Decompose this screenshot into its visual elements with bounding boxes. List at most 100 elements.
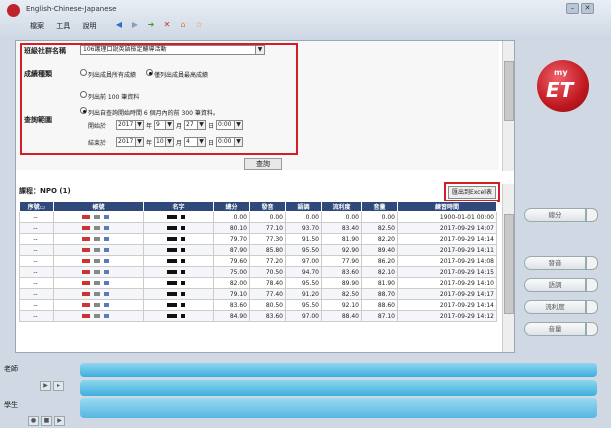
col-account[interactable]: 帳號	[53, 201, 144, 212]
stop-icon[interactable]: ✕	[161, 19, 173, 31]
menu-tools[interactable]: 工具	[56, 22, 70, 30]
redacted-block	[104, 314, 109, 318]
end-month-select[interactable]: 10 ▼	[154, 137, 174, 147]
end-year-select[interactable]: 2017 ▼	[116, 137, 144, 147]
col-inton[interactable]: 語調	[285, 201, 322, 212]
side-inton-cap[interactable]	[586, 278, 598, 292]
redacted-block	[180, 281, 185, 285]
cell-inton: 91.20	[285, 288, 322, 300]
table-row[interactable]: -- 84.90 83.60 97.00 88.40 87.10 2017-09-29 14…	[19, 310, 497, 322]
col-no[interactable]: 序號▭	[19, 201, 54, 212]
cell-fluency: 83.60	[321, 266, 362, 278]
score-all-radio[interactable]	[80, 69, 87, 76]
cell-no: --	[19, 277, 54, 289]
group-select[interactable]: 106護理口說英語檢定輔導活動 ▼	[80, 45, 265, 55]
cell-pron: 0.00	[249, 211, 286, 223]
side-fluency-button[interactable]: 流利度	[524, 300, 586, 314]
col-total[interactable]: 總分	[213, 201, 250, 212]
cell-volume: 89.40	[361, 244, 398, 256]
redacted-block	[94, 303, 100, 307]
redacted-block	[180, 303, 185, 307]
col-fluency[interactable]: 流利度	[321, 201, 362, 212]
result-scrollbar[interactable]	[502, 184, 514, 352]
cell-volume: 82.20	[361, 233, 398, 245]
table-row[interactable]: -- 0.00 0.00 0.00 0.00 0.00 1900-01-01 00:00	[19, 211, 497, 223]
search-scrollbar[interactable]	[502, 41, 514, 171]
home-icon[interactable]: ⌂	[177, 19, 189, 31]
table-row[interactable]: -- 87.90 85.80 95.50 92.90 89.40 2017-09-29 14…	[19, 244, 497, 256]
side-total-button[interactable]: 總分	[524, 208, 586, 222]
redacted-block	[94, 237, 100, 241]
table-row[interactable]: -- 79.60 77.20 97.00 77.90 86.20 2017-09-29 14…	[19, 255, 497, 267]
score-best-radio[interactable]	[146, 69, 153, 76]
start-time-select[interactable]: 0:00 ▼	[216, 120, 243, 130]
side-volume-cap[interactable]	[586, 322, 598, 336]
student-bar	[80, 398, 597, 418]
cell-acct	[53, 277, 144, 289]
window-title: English-Chinese-Japanese	[26, 5, 117, 13]
student-stop-icon[interactable]: ■	[41, 416, 52, 426]
end-year-value: 2017	[118, 138, 134, 145]
chevron-down-icon: ▼	[255, 46, 264, 54]
cell-fluency: 82.50	[321, 288, 362, 300]
teacher-play-icon[interactable]: ▶	[40, 381, 51, 391]
menu-help[interactable]: 說明	[82, 22, 96, 30]
redacted-block	[180, 237, 185, 241]
query-button[interactable]: 查詢	[244, 158, 282, 170]
minimize-button[interactable]: –	[566, 3, 579, 14]
teacher-next-icon[interactable]: ▸	[53, 381, 64, 391]
redacted-block	[180, 226, 185, 230]
student-play-icon[interactable]: ▶	[54, 416, 65, 426]
scroll-thumb[interactable]	[504, 61, 514, 121]
side-pron-button[interactable]: 發音	[524, 256, 586, 270]
side-volume-button[interactable]: 音量	[524, 322, 586, 336]
forward-icon[interactable]: ▶	[129, 19, 141, 31]
scroll-thumb[interactable]	[504, 214, 514, 314]
table-row[interactable]: -- 79.70 77.30 91.50 81.90 82.20 2017-09-29 14…	[19, 233, 497, 245]
cell-name	[143, 244, 214, 256]
cell-time: 2017-09-29 14:15	[397, 266, 497, 278]
redacted-block	[180, 215, 185, 219]
range-period-radio[interactable]	[80, 107, 87, 114]
col-time[interactable]: 練習時間	[397, 201, 497, 212]
end-day-select[interactable]: 4 ▼	[184, 137, 206, 147]
range-top100-radio[interactable]	[80, 91, 87, 98]
side-total-cap[interactable]	[586, 208, 598, 222]
col-volume[interactable]: 音量	[361, 201, 398, 212]
start-year-select[interactable]: 2017 ▼	[116, 120, 144, 130]
table-row[interactable]: -- 80.10 77.10 93.70 83.40 82.50 2017-09-29 14…	[19, 222, 497, 234]
redacted-block	[166, 303, 177, 307]
redacted-block	[94, 314, 100, 318]
menu-file[interactable]: 檔案	[30, 22, 44, 30]
favorites-icon[interactable]: ☆	[193, 19, 205, 31]
cell-total: 83.60	[213, 299, 250, 311]
start-day-value: 27	[186, 121, 194, 128]
side-inton-button[interactable]: 語調	[524, 278, 586, 292]
menu-bar: 檔案 工具 說明	[30, 21, 106, 31]
redacted-block	[82, 292, 90, 296]
col-pron[interactable]: 發音	[249, 201, 286, 212]
back-icon[interactable]: ◀	[113, 19, 125, 31]
redacted-block	[166, 237, 177, 241]
redacted-block	[104, 303, 109, 307]
table-row[interactable]: -- 79.10 77.40 91.20 82.50 88.70 2017-09-29 14…	[19, 288, 497, 300]
group-select-value: 106護理口說英語檢定輔導活動	[83, 46, 167, 53]
side-fluency-cap[interactable]	[586, 300, 598, 314]
col-name[interactable]: 名字	[143, 201, 214, 212]
side-pron-cap[interactable]	[586, 256, 598, 270]
student-record-icon[interactable]: ●	[28, 416, 39, 426]
start-label: 開始於	[88, 123, 107, 130]
table-row[interactable]: -- 75.00 70.50 94.70 83.60 82.10 2017-09-29 14…	[19, 266, 497, 278]
start-month-select[interactable]: 9 ▼	[154, 120, 174, 130]
myet-logo: my ET	[537, 60, 589, 112]
cell-acct	[53, 288, 144, 300]
start-day-select[interactable]: 27 ▼	[184, 120, 206, 130]
end-time-select[interactable]: 0:00 ▼	[216, 137, 243, 147]
table-row[interactable]: -- 82.00 78.40 95.50 89.90 81.90 2017-09-29 14…	[19, 277, 497, 289]
cell-name	[143, 299, 214, 311]
go-icon[interactable]: ➜	[145, 19, 157, 31]
close-button[interactable]: ✕	[581, 3, 594, 14]
table-row[interactable]: -- 83.60 80.50 95.50 92.10 88.60 2017-09-29 14…	[19, 299, 497, 311]
cell-no: --	[19, 222, 54, 234]
cell-fluency: 92.90	[321, 244, 362, 256]
